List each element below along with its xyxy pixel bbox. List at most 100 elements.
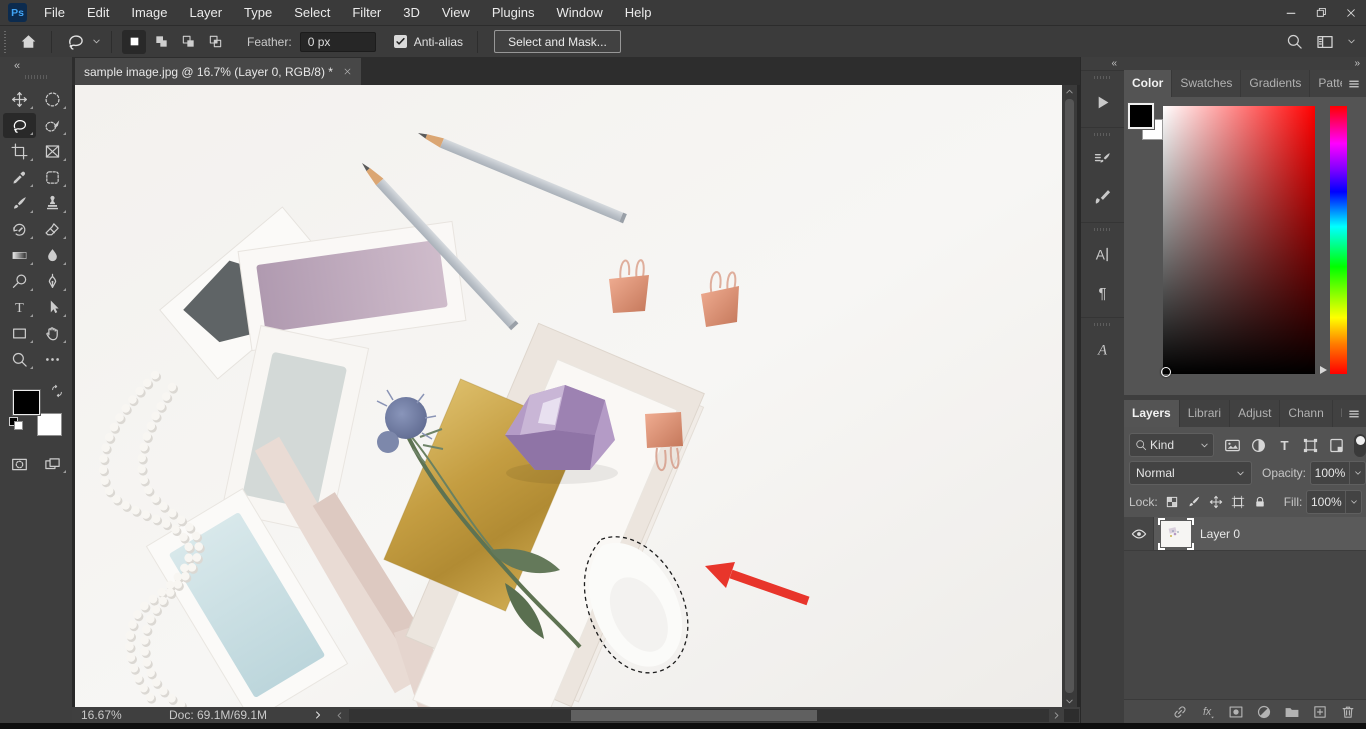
vertical-scroll-thumb[interactable]	[1065, 99, 1074, 693]
menu-plugins[interactable]: Plugins	[481, 0, 546, 25]
quick-mask-button[interactable]	[3, 452, 36, 476]
tab-librari[interactable]: Librari	[1180, 400, 1231, 427]
tool-pen[interactable]	[36, 269, 69, 294]
select-and-mask-button[interactable]: Select and Mask...	[494, 30, 621, 53]
tool-object-selection[interactable]	[36, 113, 69, 138]
new-adjustment-icon[interactable]	[1256, 704, 1272, 720]
menu-help[interactable]: Help	[614, 0, 663, 25]
layer-filter-dropdown[interactable]: Kind	[1129, 433, 1214, 457]
shape-layer-filter-icon[interactable]	[1302, 437, 1319, 454]
vertical-scrollbar[interactable]	[1062, 85, 1077, 707]
restore-button[interactable]	[1306, 0, 1336, 25]
menu-type[interactable]: Type	[233, 0, 283, 25]
menu-layer[interactable]: Layer	[179, 0, 234, 25]
add-mask-icon[interactable]	[1228, 704, 1244, 720]
workspace-icon[interactable]	[1316, 33, 1334, 51]
fill-dropdown[interactable]: 100%	[1306, 490, 1363, 514]
tool-hand[interactable]	[36, 321, 69, 346]
canvas[interactable]	[75, 85, 1062, 707]
background-color-swatch[interactable]	[37, 413, 62, 436]
tool-brush[interactable]	[3, 191, 36, 216]
layer-row[interactable]: Layer 0	[1124, 517, 1366, 551]
menu-filter[interactable]: Filter	[341, 0, 392, 25]
panel-menu-icon[interactable]	[1342, 400, 1366, 427]
menu-image[interactable]: Image	[120, 0, 178, 25]
tool-rectangle[interactable]	[3, 321, 36, 346]
tool-eraser[interactable]	[36, 217, 69, 242]
foreground-color-swatch[interactable]	[12, 389, 41, 416]
link-layers-icon[interactable]	[1172, 704, 1188, 720]
tab-layers[interactable]: Layers	[1124, 400, 1180, 427]
hue-slider[interactable]	[1330, 106, 1347, 374]
panel-button-glyphs-panel[interactable]: A	[1081, 330, 1124, 368]
tool-gradient[interactable]	[3, 243, 36, 268]
tool-type[interactable]: T	[3, 295, 36, 320]
tool-blur[interactable]	[36, 243, 69, 268]
menu-view[interactable]: View	[431, 0, 481, 25]
lock-position-icon[interactable]	[1209, 495, 1223, 509]
panel-menu-icon[interactable]	[1342, 70, 1366, 97]
default-colors-icon[interactable]	[9, 417, 23, 430]
tool-edit-toolbar[interactable]	[36, 347, 69, 372]
layer-thumbnail[interactable]	[1158, 517, 1194, 550]
lock-pixels-icon[interactable]	[1187, 495, 1201, 509]
layer-filter-toggle[interactable]	[1353, 433, 1366, 457]
menu-window[interactable]: Window	[545, 0, 613, 25]
tool-frame[interactable]	[36, 139, 69, 164]
tool-zoom[interactable]	[3, 347, 36, 372]
menu-3d[interactable]: 3D	[392, 0, 431, 25]
new-layer-icon[interactable]	[1312, 704, 1328, 720]
saturation-brightness-field[interactable]	[1161, 106, 1315, 377]
tab-close-icon[interactable]	[343, 67, 352, 76]
menu-edit[interactable]: Edit	[76, 0, 120, 25]
tool-dodge[interactable]	[3, 269, 36, 294]
tool-lasso[interactable]	[3, 113, 36, 138]
blend-mode-dropdown[interactable]: Normal	[1129, 461, 1252, 485]
new-group-icon[interactable]	[1284, 704, 1300, 720]
expand-panels-button[interactable]: «	[1111, 58, 1116, 69]
adjustment-layer-filter-icon[interactable]	[1250, 437, 1267, 454]
lock-artboard-icon[interactable]	[1231, 495, 1245, 509]
screen-mode-button[interactable]	[36, 452, 69, 476]
tab-chann[interactable]: Chann	[1280, 400, 1333, 427]
tab-adjust[interactable]: Adjust	[1230, 400, 1281, 427]
tool-eyedropper[interactable]	[3, 165, 36, 190]
horizontal-scrollbar[interactable]	[349, 708, 1049, 722]
feather-input[interactable]: 0 px	[299, 31, 376, 52]
collapse-panels-button[interactable]: »	[1354, 58, 1359, 69]
tab-swatches[interactable]: Swatches	[1172, 70, 1242, 97]
tool-elliptical-marquee[interactable]	[36, 87, 69, 112]
collapse-toolbar-button[interactable]: «	[14, 60, 20, 72]
scroll-up-icon[interactable]	[1065, 85, 1074, 97]
smart-object-filter-icon[interactable]	[1328, 437, 1345, 454]
pixel-layer-filter-icon[interactable]	[1224, 437, 1241, 454]
swap-colors-icon[interactable]	[50, 384, 64, 398]
tool-clone-stamp[interactable]	[36, 191, 69, 216]
search-icon[interactable]	[1286, 33, 1303, 50]
panel-button-brush-settings[interactable]	[1081, 140, 1124, 178]
scroll-right-icon[interactable]	[1052, 711, 1061, 720]
chevron-down-icon[interactable]	[1347, 37, 1356, 46]
foreground-color-swatch[interactable]	[1127, 102, 1155, 130]
status-options-icon[interactable]	[313, 710, 323, 720]
lock-all-icon[interactable]	[1253, 495, 1267, 509]
tab-color[interactable]: Color	[1124, 70, 1173, 97]
opacity-dropdown[interactable]: 100%	[1310, 461, 1366, 485]
layer-visibility-toggle[interactable]	[1124, 517, 1154, 550]
tool-crop[interactable]	[3, 139, 36, 164]
menu-select[interactable]: Select	[283, 0, 341, 25]
minimize-button[interactable]	[1276, 0, 1306, 25]
lock-transparent-icon[interactable]	[1165, 495, 1179, 509]
tool-path-selection[interactable]	[36, 295, 69, 320]
close-button[interactable]	[1336, 0, 1366, 25]
delete-layer-icon[interactable]	[1340, 704, 1356, 720]
scroll-down-icon[interactable]	[1065, 695, 1074, 707]
home-button[interactable]	[16, 29, 41, 55]
tab-gradients[interactable]: Gradients	[1241, 70, 1311, 97]
subtract-selection-button[interactable]	[176, 30, 200, 54]
layer-effects-icon[interactable]: fx	[1200, 704, 1216, 720]
tool-healing-brush[interactable]	[36, 165, 69, 190]
tool-history-brush[interactable]	[3, 217, 36, 242]
document-tab[interactable]: sample image.jpg @ 16.7% (Layer 0, RGB/8…	[75, 58, 361, 85]
add-to-selection-button[interactable]	[149, 30, 173, 54]
